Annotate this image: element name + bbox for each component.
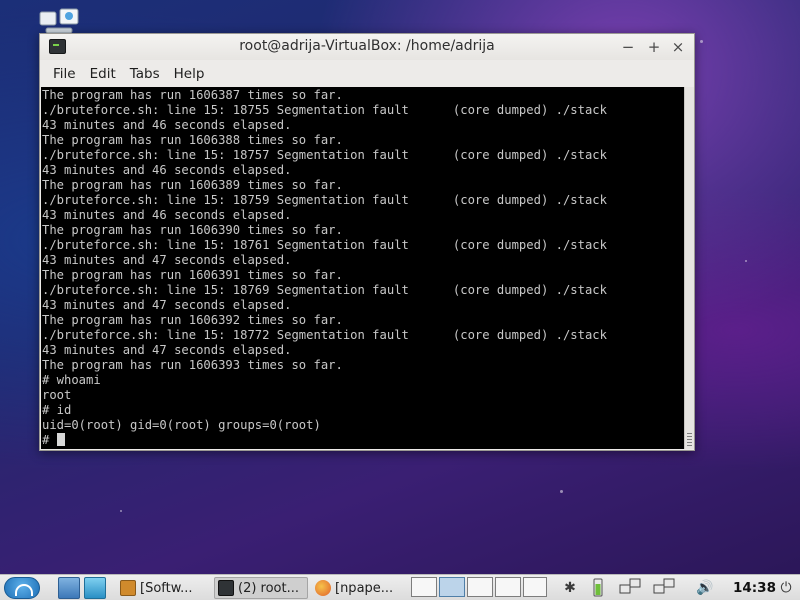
terminal-line: 43 minutes and 47 seconds elapsed. (42, 253, 292, 267)
workspace-2[interactable] (439, 577, 465, 597)
terminal-line: 43 minutes and 47 seconds elapsed. (42, 343, 292, 357)
clock[interactable]: 14:38 (733, 577, 776, 599)
minimize-button[interactable]: − (618, 37, 638, 57)
text-cursor (56, 433, 65, 446)
workspace-1[interactable] (411, 577, 437, 597)
terminal-window: root@adrija-VirtualBox: /home/adrija − +… (39, 33, 695, 451)
task-browser[interactable]: [npape... (311, 577, 407, 599)
terminal-prompt: # (42, 433, 57, 447)
wallpaper-star (560, 490, 563, 493)
terminal-output[interactable]: The program has run 1606387 times so far… (41, 87, 684, 449)
wallpaper-star (745, 260, 747, 262)
workspace-4[interactable] (495, 577, 521, 597)
bluetooth-icon[interactable]: ✱ (560, 577, 580, 599)
network-icon[interactable] (618, 577, 642, 599)
task-label: [Softw... (140, 580, 193, 596)
terminal-line: The program has run 1606393 times so far… (42, 358, 343, 372)
terminal-line: The program has run 1606388 times so far… (42, 133, 343, 147)
network-connections-icon[interactable] (652, 577, 676, 599)
taskbar: [Softw... (2) root... [npape... ✱ 🔊 14:3… (0, 574, 800, 600)
terminal-line: # id (42, 403, 72, 417)
maximize-button[interactable]: + (644, 37, 664, 57)
task-software[interactable]: [Softw... (116, 577, 212, 599)
file-manager-icon[interactable] (58, 577, 80, 599)
terminal-line: ./bruteforce.sh: line 15: 18759 Segmenta… (42, 193, 607, 207)
terminal-line: 43 minutes and 46 seconds elapsed. (42, 163, 292, 177)
workspace-3[interactable] (467, 577, 493, 597)
power-icon[interactable]: ⏻ (776, 577, 796, 599)
terminal-line: 43 minutes and 47 seconds elapsed. (42, 298, 292, 312)
terminal-line: ./bruteforce.sh: line 15: 18769 Segmenta… (42, 283, 607, 297)
terminal-line: ./bruteforce.sh: line 15: 18755 Segmenta… (42, 103, 607, 117)
terminal-line: # whoami (42, 373, 101, 387)
terminal-line: ./bruteforce.sh: line 15: 18761 Segmenta… (42, 238, 607, 252)
terminal-line: ./bruteforce.sh: line 15: 18757 Segmenta… (42, 148, 607, 162)
terminal-line: root (42, 388, 72, 402)
task-terminal[interactable]: (2) root... (214, 577, 308, 599)
wallpaper-star (700, 40, 703, 43)
terminal-scrollbar[interactable] (684, 87, 694, 449)
terminal-line: The program has run 1606392 times so far… (42, 313, 343, 327)
terminal-prompt-line[interactable]: # (42, 433, 684, 448)
task-label: [npape... (335, 580, 394, 596)
terminal-line: ./bruteforce.sh: line 15: 18772 Segmenta… (42, 328, 607, 342)
menu-bar: File Edit Tabs Help (40, 62, 694, 86)
desktop-network-icon[interactable] (38, 6, 82, 36)
terminal-line: The program has run 1606387 times so far… (42, 88, 343, 102)
terminal-line: uid=0(root) gid=0(root) groups=0(root) (42, 418, 321, 432)
close-button[interactable]: × (668, 37, 688, 57)
menu-help[interactable]: Help (167, 62, 212, 86)
terminal-icon (218, 580, 234, 596)
terminal-line: 43 minutes and 46 seconds elapsed. (42, 208, 292, 222)
start-menu-button[interactable] (4, 577, 40, 599)
firefox-icon (315, 580, 331, 596)
menu-tabs[interactable]: Tabs (123, 62, 167, 86)
package-icon (120, 580, 136, 596)
workspace-5[interactable] (523, 577, 547, 597)
show-desktop-icon[interactable] (84, 577, 106, 599)
window-titlebar[interactable]: root@adrija-VirtualBox: /home/adrija − +… (40, 34, 694, 60)
terminal-line: The program has run 1606389 times so far… (42, 178, 343, 192)
terminal-line: The program has run 1606391 times so far… (42, 268, 343, 282)
task-label: (2) root... (238, 580, 300, 596)
window-title: root@adrija-VirtualBox: /home/adrija (239, 38, 495, 54)
volume-icon[interactable]: 🔊 (694, 577, 716, 599)
menu-file[interactable]: File (46, 62, 83, 86)
menu-edit[interactable]: Edit (83, 62, 123, 86)
battery-icon[interactable] (588, 577, 608, 599)
wallpaper-star (120, 510, 122, 512)
terminal-line: The program has run 1606390 times so far… (42, 223, 343, 237)
terminal-line: 43 minutes and 46 seconds elapsed. (42, 118, 292, 132)
scrollbar-grip[interactable] (687, 433, 692, 447)
